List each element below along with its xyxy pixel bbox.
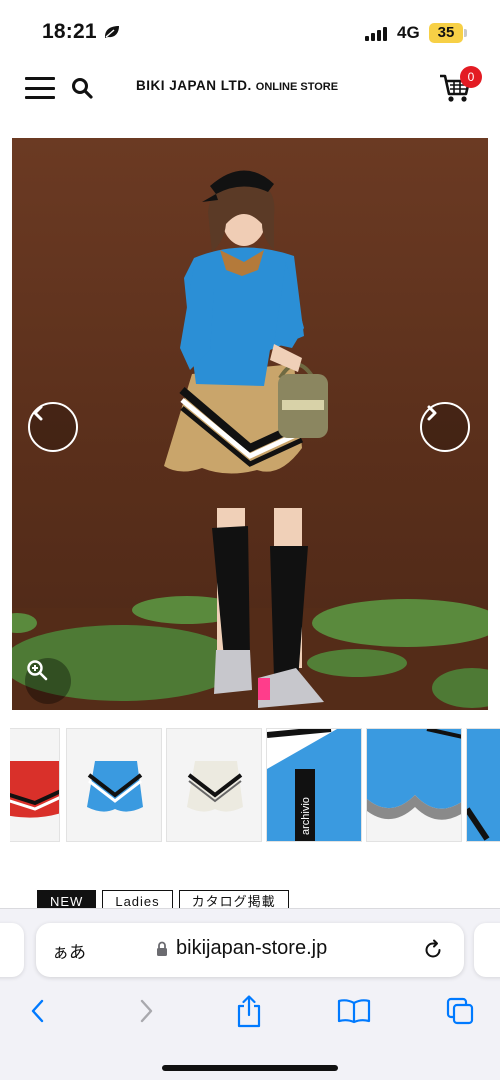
status-time: 18:21 xyxy=(42,20,97,43)
back-button[interactable] xyxy=(18,991,58,1031)
home-indicator xyxy=(162,1065,338,1071)
svg-text:archivio: archivio xyxy=(300,797,312,835)
chevron-right-icon xyxy=(427,405,437,421)
browser-bottom-bar: ぁあ bikijapan-store.jp xyxy=(0,908,500,1080)
chevron-right-icon xyxy=(140,999,153,1023)
text-size-button[interactable]: ぁあ xyxy=(52,938,86,963)
store-brand-name: BIKI JAPAN LTD. xyxy=(136,78,252,93)
tabs-icon xyxy=(446,997,474,1025)
network-type: 4G xyxy=(397,23,420,42)
url-text[interactable]: bikijapan-store.jp xyxy=(176,937,327,960)
share-button[interactable] xyxy=(229,991,269,1031)
zoom-in-icon xyxy=(27,660,48,681)
focus-mode-icon xyxy=(105,26,119,38)
bookmarks-button[interactable] xyxy=(334,991,374,1031)
store-brand-sub: ONLINE STORE xyxy=(255,81,339,93)
book-icon xyxy=(337,999,371,1024)
address-bar[interactable]: ぁあ bikijapan-store.jp xyxy=(36,923,464,977)
carousel-next-button[interactable] xyxy=(420,402,470,452)
chevron-left-icon xyxy=(33,405,43,421)
product-photo xyxy=(12,170,488,710)
status-bar: 18:21 4G 35 xyxy=(0,0,500,60)
battery-tip xyxy=(464,29,467,37)
thumbnail-red-skirt[interactable] xyxy=(10,728,60,842)
cart-count-badge: 0 xyxy=(460,66,482,88)
lock-icon xyxy=(157,941,167,956)
forward-button[interactable] xyxy=(126,991,166,1031)
thumbnail-blue-skirt[interactable] xyxy=(66,728,162,842)
store-logo[interactable]: BIKI JAPAN LTD. ONLINE STORE xyxy=(136,78,338,93)
carousel-prev-button[interactable] xyxy=(28,402,78,452)
reload-icon[interactable] xyxy=(422,938,444,960)
search-icon[interactable] xyxy=(70,76,94,100)
thumbnail-white-skirt[interactable] xyxy=(166,728,262,842)
thumbnail-blue-detail-logo[interactable]: archivio xyxy=(266,728,362,842)
share-icon xyxy=(237,995,261,1028)
tabs-button[interactable] xyxy=(440,991,480,1031)
battery-icon: 35 xyxy=(429,23,463,43)
thumbnail-strip: archivio xyxy=(10,728,500,844)
zoom-button[interactable] xyxy=(25,658,71,704)
thumbnail-blue-edge[interactable] xyxy=(466,728,500,842)
cellular-signal-icon xyxy=(365,25,389,41)
store-header: BIKI JAPAN LTD. ONLINE STORE xyxy=(0,60,500,116)
chevron-left-icon xyxy=(31,999,44,1023)
hamburger-menu-icon[interactable] xyxy=(25,77,55,99)
previous-tab-peek[interactable] xyxy=(0,923,24,977)
product-main-image[interactable] xyxy=(12,138,488,710)
next-tab-peek[interactable] xyxy=(474,923,500,977)
thumbnail-blue-hem-detail[interactable] xyxy=(366,728,462,842)
browser-toolbar xyxy=(0,991,500,1035)
